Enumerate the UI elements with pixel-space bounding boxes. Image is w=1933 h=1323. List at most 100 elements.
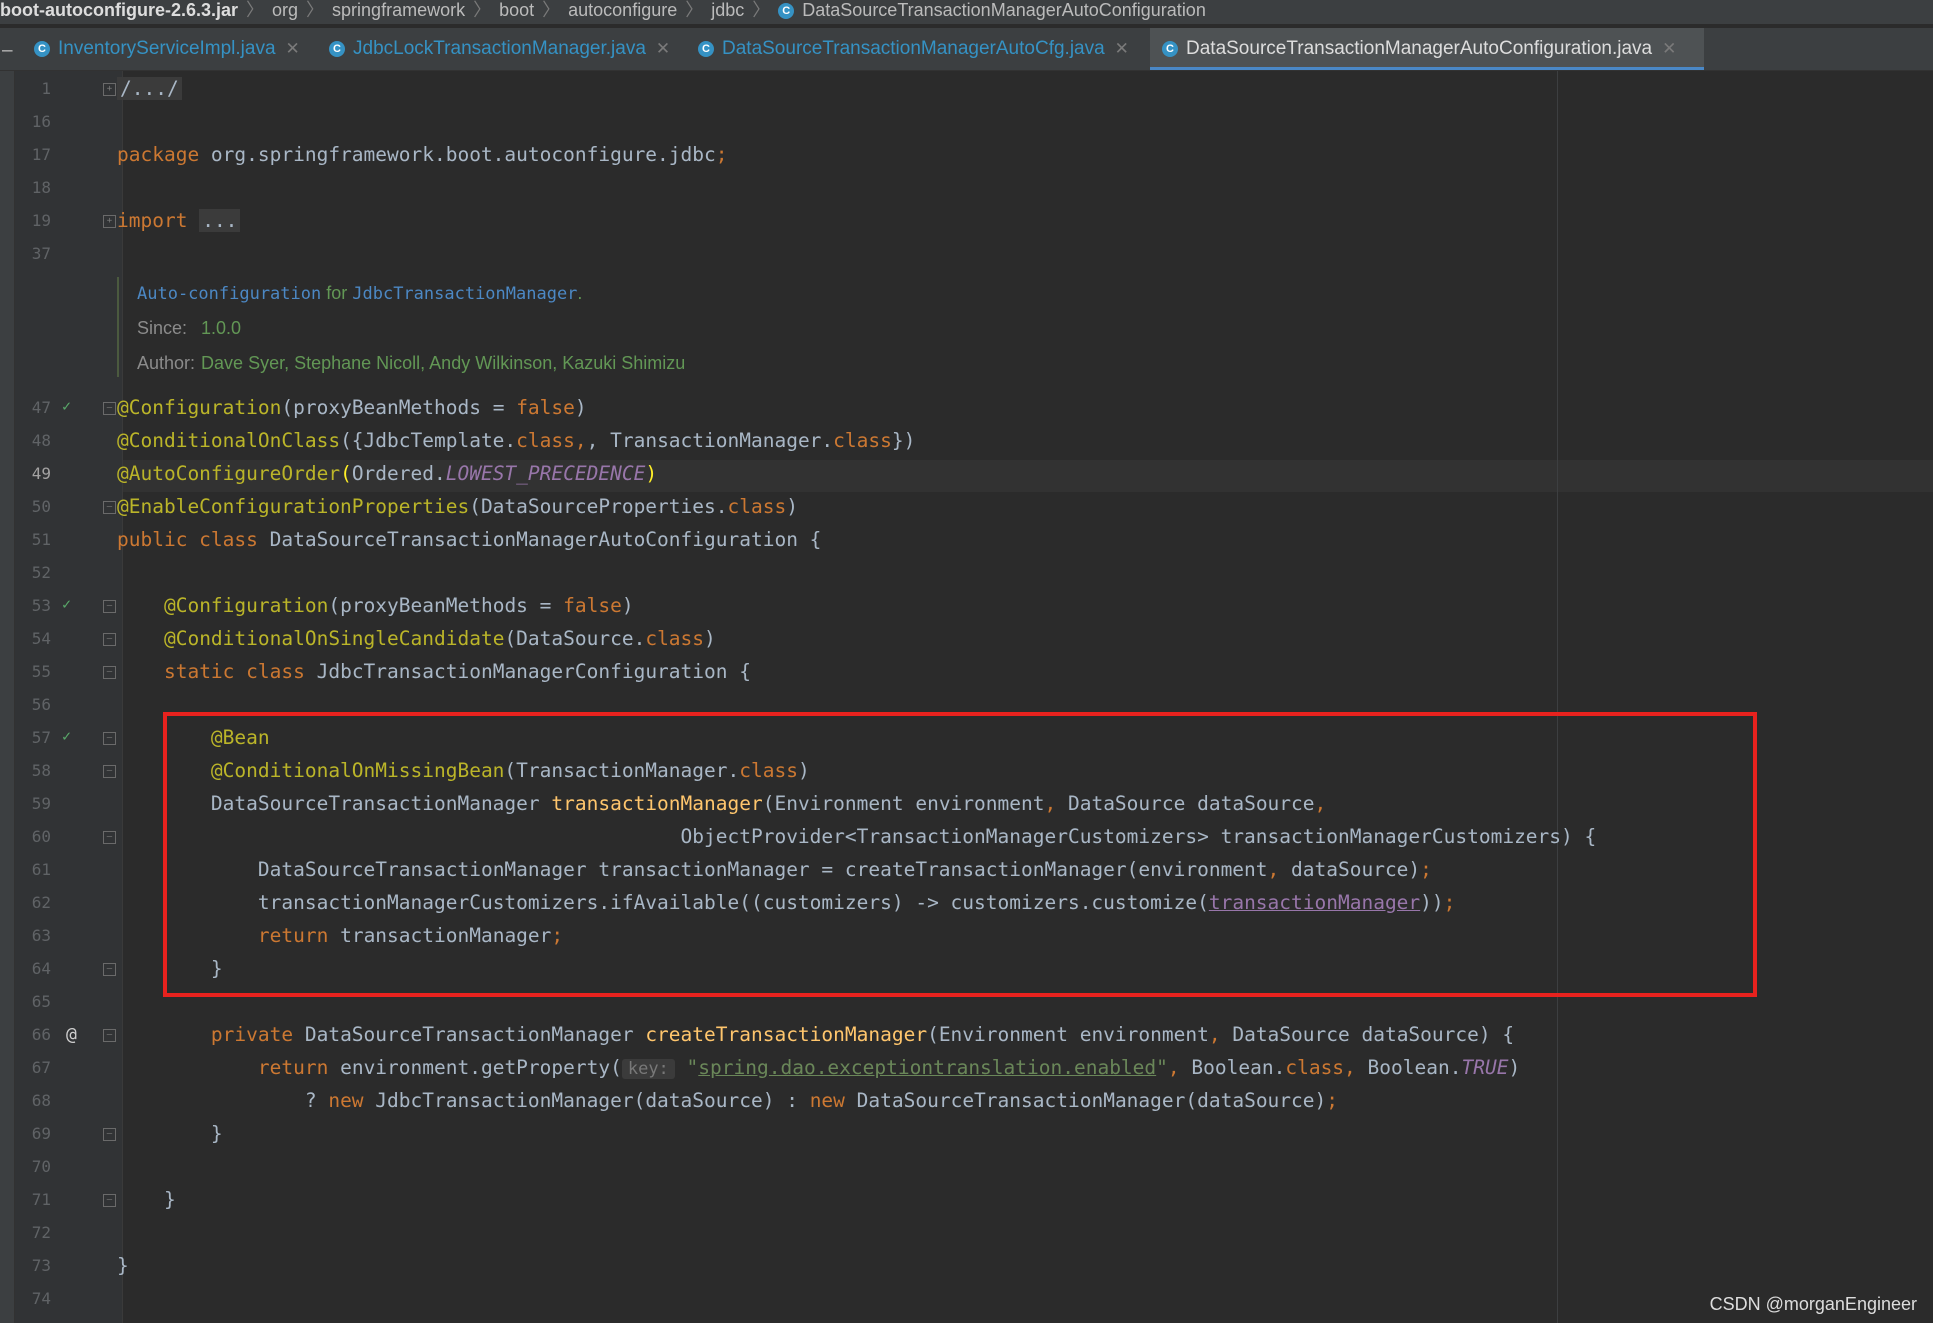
fold-icon[interactable]: – xyxy=(103,633,116,646)
token: spring.dao.exceptiontranslation.enabled xyxy=(698,1056,1157,1079)
fold-icon[interactable]: – xyxy=(103,765,116,778)
code-line-57[interactable]: @Bean xyxy=(117,726,270,750)
javadoc-rendered: Auto-configuration for JdbcTransactionMa… xyxy=(117,273,1927,383)
folded-region[interactable]: /.../ xyxy=(117,77,182,100)
code-line-50[interactable]: @EnableConfigurationProperties(DataSourc… xyxy=(117,495,798,519)
code-line-64[interactable]: } xyxy=(117,957,223,981)
code-line-19[interactable]: import ... xyxy=(117,209,241,233)
tab-list-icon[interactable]: – xyxy=(2,40,13,62)
fold-icon[interactable]: – xyxy=(103,402,116,415)
close-icon[interactable]: ✕ xyxy=(1662,39,1676,58)
token: class xyxy=(833,429,892,452)
token: (DataSourceProperties. xyxy=(469,495,728,518)
breadcrumb-part-boot[interactable]: boot xyxy=(499,0,534,20)
token: } xyxy=(210,957,223,980)
line-number: 70 xyxy=(31,1157,51,1176)
tab-datasource-tm-autoconfiguration[interactable]: C DataSourceTransactionManagerAutoConfigu… xyxy=(1150,28,1704,70)
tab-jdbc-lock-transaction-manager[interactable]: C JdbcLockTransactionManager.java ✕ xyxy=(329,28,670,70)
fold-icon[interactable]: + xyxy=(103,83,116,96)
line-number: 1 xyxy=(41,79,51,98)
project-tool-strip[interactable] xyxy=(0,71,15,1323)
code-line-48[interactable]: @ConditionalOnClass({JdbcTemplate.class,… xyxy=(117,429,915,453)
token: org.springframework.boot.autoconfigure.j… xyxy=(199,143,716,166)
code-line-61[interactable]: DataSourceTransactionManager transaction… xyxy=(117,858,1432,882)
code-line-63[interactable]: return transactionManager; xyxy=(117,924,563,948)
breadcrumb-current[interactable]: DataSourceTransactionManagerAutoConfigur… xyxy=(802,0,1206,20)
token: class xyxy=(739,759,798,782)
code-line-71[interactable]: } xyxy=(117,1188,176,1212)
token: dataSource) xyxy=(1279,858,1421,881)
tab-inventory-service-impl[interactable]: C InventoryServiceImpl.java ✕ xyxy=(34,28,300,70)
token: static class xyxy=(163,660,305,683)
line-number: 64 xyxy=(31,959,51,978)
token: environment.getProperty( xyxy=(328,1056,622,1079)
token: , xyxy=(1044,792,1057,815)
chevron-right-icon: 〉 xyxy=(542,0,561,20)
code-line-54[interactable]: @ConditionalOnSingleCandidate(DataSource… xyxy=(117,627,716,651)
close-icon[interactable]: ✕ xyxy=(1115,39,1129,58)
fold-icon[interactable]: – xyxy=(103,600,116,613)
javadoc-link[interactable]: JdbcTransactionManager xyxy=(352,284,577,304)
bean-icon[interactable]: ✓ xyxy=(62,595,71,613)
code-line-51[interactable]: public class DataSourceTransactionManage… xyxy=(117,528,821,552)
tab-datasource-tm-autocfg[interactable]: C DataSourceTransactionManagerAutoCfg.jav… xyxy=(698,28,1129,70)
bean-method-icon[interactable]: ✓ xyxy=(62,727,71,745)
line-number: 66 xyxy=(31,1025,51,1044)
fold-icon[interactable]: – xyxy=(103,501,116,514)
token: class xyxy=(1285,1056,1345,1079)
token: , xyxy=(1314,792,1327,815)
fold-icon[interactable]: – xyxy=(103,1029,116,1042)
code-line-67[interactable]: return environment.getProperty(key: "spr… xyxy=(117,1056,1520,1081)
javadoc-link[interactable]: Auto-configuration xyxy=(137,284,321,304)
fold-icon[interactable]: – xyxy=(103,666,116,679)
code-line-55[interactable]: static class JdbcTransactionManagerConfi… xyxy=(117,660,751,684)
code-line-73[interactable]: } xyxy=(117,1254,129,1278)
token: , xyxy=(1344,1056,1356,1079)
override-icon[interactable]: @ xyxy=(66,1024,77,1045)
code-line-60[interactable]: ObjectProvider<TransactionManagerCustomi… xyxy=(117,825,1597,849)
code-line-53[interactable]: @Configuration(proxyBeanMethods = false) xyxy=(117,594,634,618)
code-line-1[interactable]: /.../ xyxy=(117,77,182,101)
line-number: 53 xyxy=(31,596,51,615)
code-line-17[interactable]: package org.springframework.boot.autocon… xyxy=(117,143,728,167)
token: new xyxy=(328,1089,364,1112)
token: @ConditionalOnClass xyxy=(117,429,341,452)
line-number: 47 xyxy=(31,398,51,417)
token: ObjectProvider<TransactionManagerCustomi… xyxy=(680,825,1597,848)
breadcrumb-part-jdbc[interactable]: jdbc xyxy=(711,0,744,20)
fold-icon[interactable]: – xyxy=(103,1128,116,1141)
code-line-58[interactable]: @ConditionalOnMissingBean(TransactionMan… xyxy=(117,759,810,783)
line-number: 17 xyxy=(31,145,51,164)
code-line-59[interactable]: DataSourceTransactionManager transaction… xyxy=(117,792,1326,816)
token: DataSource dataSource xyxy=(1056,792,1315,815)
code-line-47[interactable]: @Configuration(proxyBeanMethods = false) xyxy=(117,396,587,420)
breadcrumb-part-autoconfigure[interactable]: autoconfigure xyxy=(568,0,677,20)
code-line-62[interactable]: transactionManagerCustomizers.ifAvailabl… xyxy=(117,891,1456,915)
token: (DataSource. xyxy=(504,627,646,650)
fold-icon[interactable]: – xyxy=(103,1194,116,1207)
fold-icon[interactable]: – xyxy=(103,831,116,844)
token: package xyxy=(117,143,200,166)
token: TRUE xyxy=(1461,1056,1509,1079)
code-line-49[interactable]: @AutoConfigureOrder(Ordered.LOWEST_PRECE… xyxy=(117,462,657,486)
line-number: 19 xyxy=(31,211,51,230)
line-number: 69 xyxy=(31,1124,51,1143)
token: DataSourceTransactionManager transaction… xyxy=(257,858,1268,881)
close-icon[interactable]: ✕ xyxy=(286,39,300,58)
breadcrumb-part-springframework[interactable]: springframework xyxy=(332,0,465,20)
breadcrumb-part-org[interactable]: org xyxy=(272,0,298,20)
folded-imports[interactable]: ... xyxy=(199,209,241,232)
fold-icon[interactable]: – xyxy=(103,732,116,745)
fold-icon[interactable]: – xyxy=(103,963,116,976)
token: } xyxy=(163,1188,176,1211)
code-line-69[interactable]: } xyxy=(117,1122,223,1146)
bean-icon[interactable]: ✓ xyxy=(62,397,71,415)
fold-icon[interactable]: + xyxy=(103,215,116,228)
breadcrumb-jar[interactable]: boot-autoconfigure-2.6.3.jar xyxy=(0,0,238,20)
token: (Environment environment xyxy=(762,792,1045,815)
token: ( xyxy=(340,462,352,485)
code-line-68[interactable]: ? new JdbcTransactionManager(dataSource)… xyxy=(117,1089,1338,1113)
close-icon[interactable]: ✕ xyxy=(656,39,670,58)
token: @ConditionalOnSingleCandidate xyxy=(163,627,505,650)
code-line-66[interactable]: private DataSourceTransactionManager cre… xyxy=(117,1023,1514,1047)
